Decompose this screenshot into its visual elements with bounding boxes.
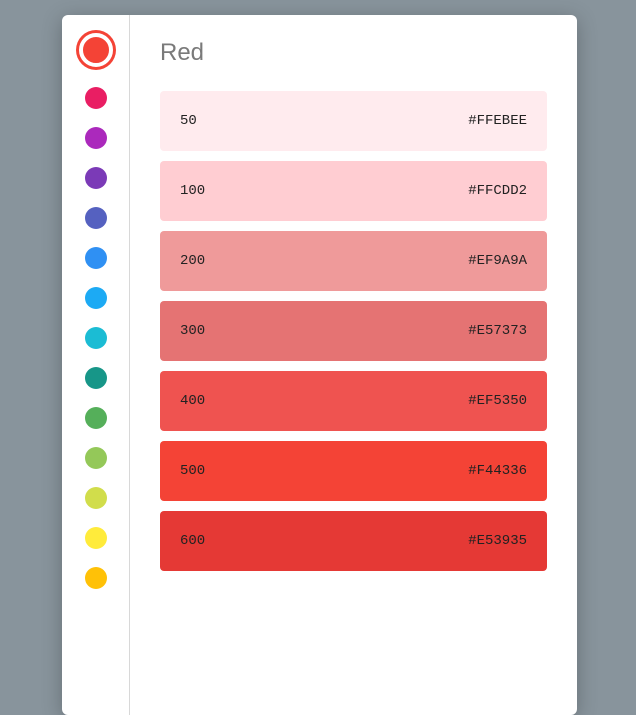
- swatch-label: 400: [180, 393, 205, 409]
- swatch-label: 600: [180, 533, 205, 549]
- swatch-hex: #FFCDD2: [468, 183, 527, 199]
- color-sidebar: [62, 15, 130, 715]
- color-dot-2[interactable]: [85, 127, 107, 149]
- swatch-label: 100: [180, 183, 205, 199]
- color-dot-5[interactable]: [85, 247, 107, 269]
- page-title: Red: [160, 39, 547, 67]
- color-dot-1[interactable]: [85, 87, 107, 109]
- color-dot-11[interactable]: [85, 487, 107, 509]
- color-dot-9[interactable]: [85, 407, 107, 429]
- swatch-label: 500: [180, 463, 205, 479]
- swatch-row[interactable]: 500 #F44336: [160, 441, 547, 501]
- color-dot-4[interactable]: [85, 207, 107, 229]
- color-dot-12[interactable]: [85, 527, 107, 549]
- color-dot-10[interactable]: [85, 447, 107, 469]
- swatch-label: 300: [180, 323, 205, 339]
- color-dot-7[interactable]: [85, 327, 107, 349]
- color-dot-13[interactable]: [85, 567, 107, 589]
- swatch-label: 200: [180, 253, 205, 269]
- palette-card: Red 50 #FFEBEE 100 #FFCDD2 200 #EF9A9A 300 #E57…: [62, 15, 577, 715]
- swatch-list: 50 #FFEBEE 100 #FFCDD2 200 #EF9A9A 300 #E57373 4…: [160, 91, 547, 571]
- swatch-row[interactable]: 400 #EF5350: [160, 371, 547, 431]
- swatch-hex: #F44336: [468, 463, 527, 479]
- swatch-hex: #EF5350: [468, 393, 527, 409]
- main-panel: Red 50 #FFEBEE 100 #FFCDD2 200 #EF9A9A 300 #E57…: [130, 15, 577, 715]
- color-dot-8[interactable]: [85, 367, 107, 389]
- swatch-hex: #FFEBEE: [468, 113, 527, 129]
- swatch-label: 50: [180, 113, 197, 129]
- color-dot-3[interactable]: [85, 167, 107, 189]
- swatch-row[interactable]: 300 #E57373: [160, 301, 547, 361]
- swatch-row[interactable]: 200 #EF9A9A: [160, 231, 547, 291]
- color-dot-6[interactable]: [85, 287, 107, 309]
- swatch-row[interactable]: 50 #FFEBEE: [160, 91, 547, 151]
- swatch-hex: #E57373: [468, 323, 527, 339]
- swatch-hex: #E53935: [468, 533, 527, 549]
- swatch-hex: #EF9A9A: [468, 253, 527, 269]
- swatch-row[interactable]: 100 #FFCDD2: [160, 161, 547, 221]
- color-dot-0[interactable]: [79, 33, 113, 67]
- swatch-row[interactable]: 600 #E53935: [160, 511, 547, 571]
